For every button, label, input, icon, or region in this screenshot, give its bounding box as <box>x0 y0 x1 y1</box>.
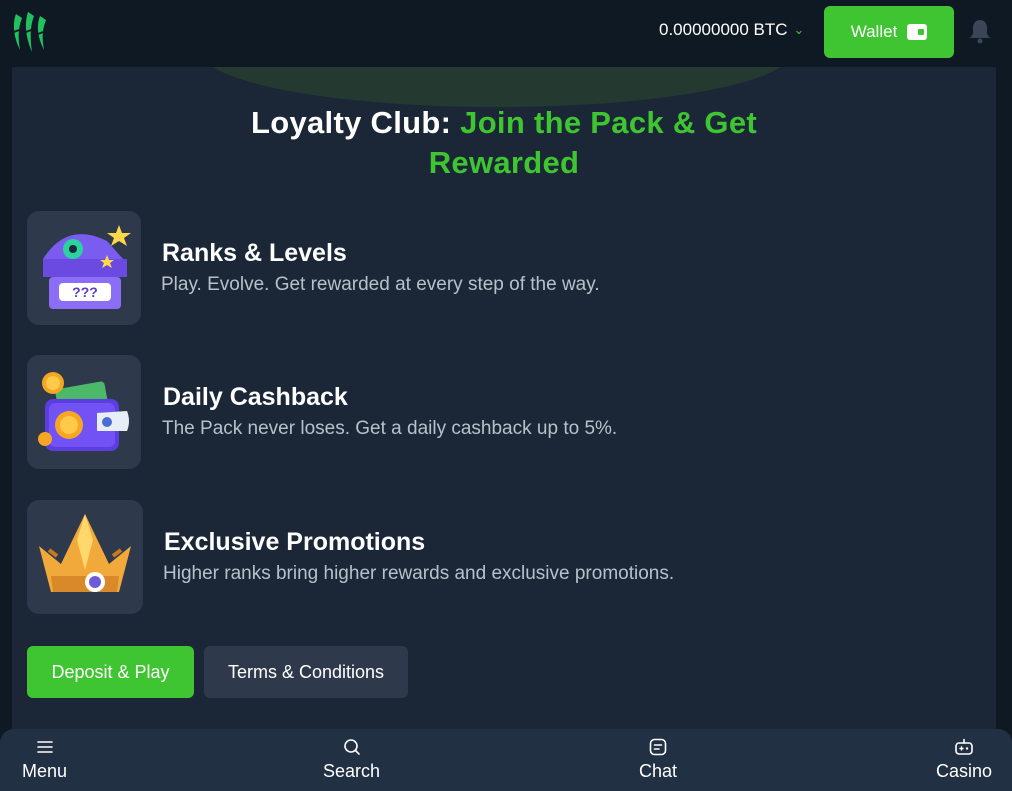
nav-item-casino[interactable]: Casino <box>936 737 992 782</box>
title-green-1: Join the Pack & Get <box>460 105 757 140</box>
loyalty-panel: Loyalty Club: Join the Pack & Get Reward… <box>12 67 996 729</box>
casino-icon <box>955 738 973 755</box>
crown-icon <box>39 514 131 592</box>
treasure-chest-icon: ??? <box>43 225 131 309</box>
svg-text:???: ??? <box>72 284 98 300</box>
nav-item-menu[interactable]: Menu <box>22 737 67 782</box>
nav-label: Search <box>323 761 381 781</box>
feature-title: Daily Cashback <box>163 383 348 411</box>
wallet-label: Wallet <box>850 22 898 41</box>
title-green-2: Rewarded <box>428 145 580 180</box>
bell-icon[interactable] <box>968 18 992 44</box>
feature-description: Higher ranks bring higher rewards and ex… <box>163 563 675 584</box>
feature-thumb <box>27 500 143 614</box>
feature-thumb: ??? <box>27 211 141 325</box>
search-icon <box>343 739 360 755</box>
nav-label: Menu <box>22 761 68 781</box>
nav-label: Chat <box>639 761 678 781</box>
page-title: Loyalty Club: Join the Pack & Get Reward… <box>12 103 996 183</box>
feature-title: Exclusive Promotions <box>164 528 426 556</box>
balance-amount: 0.00000000 BTC <box>659 20 788 39</box>
wallet-button[interactable]: Wallet <box>824 6 954 58</box>
decorative-dome <box>202 67 792 107</box>
bottom-nav: Menu Search Chat Casino <box>0 729 1012 791</box>
feature-description: Play. Evolve. Get rewarded at every step… <box>161 274 600 295</box>
feature-thumb <box>27 355 141 469</box>
deposit-play-button[interactable]: Deposit & Play <box>27 646 194 698</box>
chevron-down-icon: ⌄ <box>793 22 805 37</box>
terms-conditions-button[interactable]: Terms & Conditions <box>204 646 408 698</box>
cashback-wallet-icon <box>38 372 129 451</box>
top-bar: 0.00000000 BTC ⌄ Wallet <box>0 0 1012 67</box>
nav-item-search[interactable]: Search <box>323 737 380 782</box>
nav-item-chat[interactable]: Chat <box>639 737 677 782</box>
claw-logo-icon[interactable] <box>8 8 56 56</box>
chat-icon <box>649 738 667 756</box>
nav-label: Casino <box>936 761 993 781</box>
balance-selector[interactable]: 0.00000000 BTC ⌄ <box>659 20 804 40</box>
wallet-icon <box>907 24 928 40</box>
feature-description: The Pack never loses. Get a daily cashba… <box>162 418 618 439</box>
title-white: Loyalty Club: <box>251 105 461 140</box>
menu-icon <box>36 741 53 753</box>
feature-title: Ranks & Levels <box>162 239 347 267</box>
